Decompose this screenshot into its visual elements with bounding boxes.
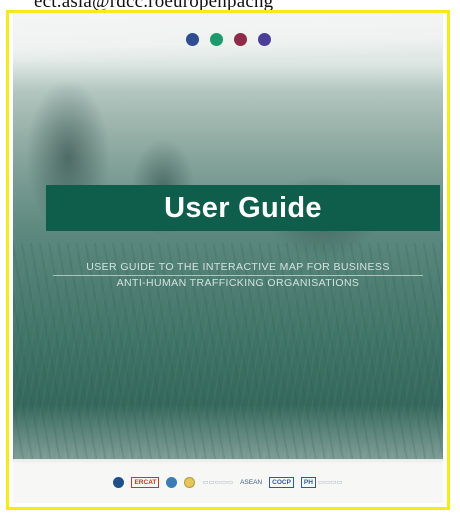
round-emblem-logo-icon	[113, 476, 125, 488]
cover-subtitle-line-1: USER GUIDE TO THE INTERACTIVE MAP FOR BU…	[86, 261, 390, 273]
partner-logos-footer: ERCAT ▭▭▭▭▭ ASEAN COCP PH ▭▭▭▭	[13, 465, 443, 499]
user-guide-cover[interactable]: User Guide USER GUIDE TO THE INTERACTIVE…	[13, 13, 443, 503]
cover-subtitle-line-2: ANTI-HUMAN TRAFFICKING ORGANISATIONS	[116, 277, 360, 289]
partners-logo-text: PH	[300, 476, 316, 488]
maroon-dot-icon	[233, 33, 247, 46]
faint-wordmark-logo-icon: ▭▭▭▭▭	[202, 479, 234, 486]
cocp-logo-icon: COCP	[269, 476, 294, 488]
ercat-logo-text: ERCAT	[131, 476, 160, 488]
globe-logo-icon	[166, 476, 178, 488]
purple-dot-icon	[257, 33, 271, 46]
green-dot-icon	[209, 33, 223, 46]
ercat-logo-icon: ERCAT	[131, 476, 160, 488]
document-frame[interactable]: User Guide USER GUIDE TO THE INTERACTIVE…	[6, 10, 450, 510]
color-dots	[13, 33, 443, 47]
blue-dot-icon	[185, 33, 199, 46]
asean-logo-icon: ASEAN	[240, 479, 262, 486]
title-bar: User Guide	[46, 185, 440, 231]
partners-logo-icon: PH ▭▭▭▭	[300, 476, 343, 488]
asean-logo-text: ASEAN	[240, 478, 263, 486]
seal-logo-icon	[184, 476, 196, 488]
cocp-logo-text: COCP	[269, 476, 294, 488]
subtitle-divider	[53, 275, 423, 276]
cover-title: User Guide	[164, 191, 322, 224]
